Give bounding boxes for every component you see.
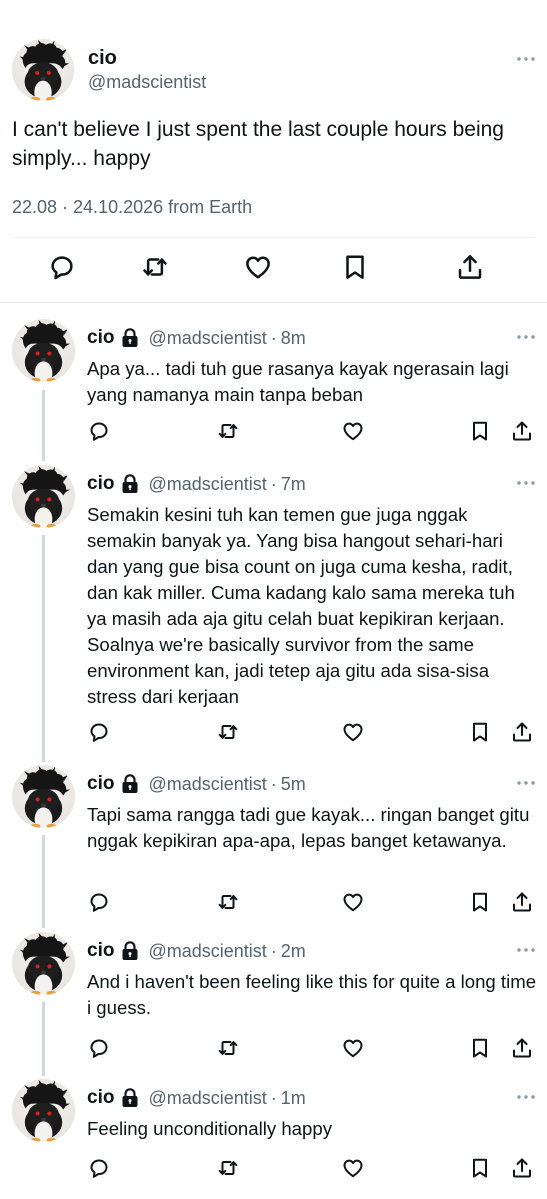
like-icon[interactable]	[341, 1036, 365, 1060]
more-options-icon[interactable]	[515, 478, 537, 488]
thread-line	[42, 835, 45, 928]
tweet-time[interactable]: 2m	[281, 941, 306, 962]
lock-icon	[121, 328, 139, 348]
bookmark-icon[interactable]	[468, 720, 492, 744]
tweet-text: Feeling unconditionally happy	[87, 1118, 332, 1139]
tweet-actions	[0, 252, 547, 288]
reply-header: cio @madscientist · 2m	[87, 939, 306, 963]
retweet-icon[interactable]	[216, 890, 240, 914]
reply-header: cio @madscientist · 1m	[87, 1086, 306, 1110]
display-name[interactable]: cio	[87, 1087, 114, 1109]
retweet-icon[interactable]	[216, 1036, 240, 1060]
divider	[12, 237, 535, 238]
penguin-avatar-image	[12, 39, 74, 101]
lock-icon	[121, 1088, 139, 1108]
more-options-icon[interactable]	[515, 332, 537, 342]
tweet-actions	[0, 1156, 547, 1180]
avatar[interactable]	[12, 465, 75, 528]
lock-icon	[121, 774, 139, 794]
tweet-time[interactable]: 1m	[281, 1088, 306, 1109]
lock-icon	[121, 474, 139, 494]
share-icon[interactable]	[510, 890, 534, 914]
tweet-time[interactable]: 8m	[281, 328, 306, 349]
reply-icon[interactable]	[47, 252, 77, 282]
bookmark-icon[interactable]	[340, 252, 370, 282]
display-name[interactable]: cio	[87, 473, 114, 495]
user-handle[interactable]: @madscientist	[148, 1088, 266, 1109]
tweet-actions	[0, 419, 547, 443]
reply-icon[interactable]	[87, 1036, 111, 1060]
bookmark-icon[interactable]	[468, 419, 492, 443]
like-icon[interactable]	[341, 1156, 365, 1180]
display-name[interactable]: cio	[87, 773, 114, 795]
lock-icon	[121, 941, 139, 961]
share-icon[interactable]	[510, 720, 534, 744]
reply-header: cio @madscientist · 5m	[87, 772, 306, 796]
bookmark-icon[interactable]	[468, 1156, 492, 1180]
reply-icon[interactable]	[87, 720, 111, 744]
penguin-avatar-image	[12, 765, 75, 828]
share-icon[interactable]	[455, 252, 485, 282]
penguin-avatar-image	[12, 465, 75, 528]
separator-dot: ·	[270, 773, 277, 794]
separator-dot: ·	[270, 473, 277, 494]
bookmark-icon[interactable]	[468, 1036, 492, 1060]
more-options-icon[interactable]	[515, 1092, 537, 1102]
reply-icon[interactable]	[87, 419, 111, 443]
display-name[interactable]: cio	[87, 940, 114, 962]
tweet-text: Tapi sama rangga tadi gue kayak... ringa…	[87, 804, 530, 851]
like-icon[interactable]	[341, 890, 365, 914]
bookmark-icon[interactable]	[468, 890, 492, 914]
user-handle[interactable]: @madscientist	[148, 941, 266, 962]
user-handle[interactable]: @madscientist	[148, 328, 266, 349]
penguin-avatar-image	[12, 932, 75, 995]
penguin-avatar-image	[12, 1079, 75, 1142]
separator-dot: ·	[270, 327, 277, 348]
tweet-actions	[0, 720, 547, 744]
more-options-icon[interactable]	[515, 778, 537, 788]
like-icon[interactable]	[341, 419, 365, 443]
retweet-icon[interactable]	[140, 252, 170, 282]
tweet-text: And i haven't been feeling like this for…	[87, 971, 537, 1018]
like-icon[interactable]	[243, 252, 273, 282]
display-name[interactable]: cio	[87, 327, 114, 349]
tweet-text: I can't believe I just spent the last co…	[12, 118, 504, 170]
like-icon[interactable]	[341, 720, 365, 744]
retweet-icon[interactable]	[216, 1156, 240, 1180]
tweet-time[interactable]: 5m	[281, 774, 306, 795]
avatar[interactable]	[12, 932, 75, 995]
avatar[interactable]	[12, 319, 75, 382]
divider	[0, 302, 547, 303]
reply-icon[interactable]	[87, 890, 111, 914]
penguin-avatar-image	[12, 319, 75, 382]
tweet-time[interactable]: 7m	[281, 474, 306, 495]
display-name[interactable]: cio	[88, 47, 117, 70]
tweet-text: Apa ya... tadi tuh gue rasanya kayak nge…	[87, 358, 509, 405]
retweet-icon[interactable]	[216, 720, 240, 744]
retweet-icon[interactable]	[216, 419, 240, 443]
tweet-actions	[0, 890, 547, 914]
more-options-icon[interactable]	[515, 945, 537, 955]
user-handle[interactable]: @madscientist	[148, 774, 266, 795]
separator-dot: ·	[270, 940, 277, 961]
user-handle[interactable]: @madscientist	[88, 72, 206, 93]
reply-header: cio @madscientist · 7m	[87, 472, 306, 496]
avatar[interactable]	[12, 1079, 75, 1142]
tweet-timestamp[interactable]: 22.08 · 24.10.2026 from Earth	[12, 197, 252, 218]
separator-dot: ·	[270, 1087, 277, 1108]
more-options-icon[interactable]	[515, 54, 537, 64]
reply-header: cio @madscientist · 8m	[87, 326, 306, 350]
user-handle[interactable]: @madscientist	[148, 474, 266, 495]
avatar[interactable]	[12, 765, 75, 828]
share-icon[interactable]	[510, 1156, 534, 1180]
share-icon[interactable]	[510, 419, 534, 443]
tweet-actions	[0, 1036, 547, 1060]
avatar[interactable]	[12, 39, 74, 101]
tweet-text: Semakin kesini tuh kan temen gue juga ng…	[87, 504, 515, 707]
reply-icon[interactable]	[87, 1156, 111, 1180]
share-icon[interactable]	[510, 1036, 534, 1060]
